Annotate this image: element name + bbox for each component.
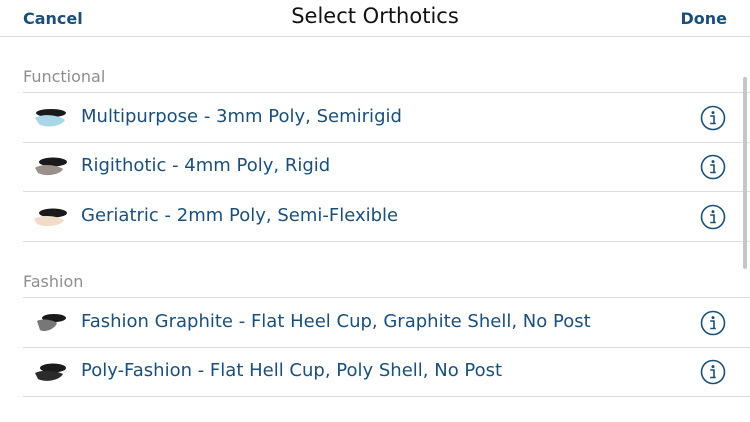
list-item-rigithotic[interactable]: Rigithotic - 4mm Poly, Rigid — [23, 142, 750, 192]
orthotics-list[interactable]: Functional Multipurpose - 3mm Poly, Semi… — [0, 37, 750, 422]
list-item-label: Geriatric - 2mm Poly, Semi-Flexible — [81, 205, 399, 226]
info-circle-icon[interactable] — [700, 359, 726, 385]
list-item-poly-fashion[interactable]: Poly-Fashion - Flat Hell Cup, Poly Shell… — [23, 347, 750, 397]
info-circle-icon[interactable] — [700, 105, 726, 131]
page-title: Select Orthotics — [291, 4, 459, 28]
orthotic-fashion-graphite-icon — [37, 314, 66, 332]
done-button[interactable]: Done — [680, 9, 727, 28]
list-item-geriatric[interactable]: Geriatric - 2mm Poly, Semi-Flexible — [23, 192, 750, 242]
orthotic-poly-fashion-icon — [35, 363, 66, 381]
list-item-multipurpose[interactable]: Multipurpose - 3mm Poly, Semirigid — [23, 92, 750, 143]
orthotic-geriatric-icon — [34, 208, 67, 227]
list-item-label: Multipurpose - 3mm Poly, Semirigid — [81, 106, 402, 127]
navigation-bar: Cancel Select Orthotics Done — [0, 0, 750, 37]
orthotic-rigithotic-icon — [35, 157, 67, 176]
info-circle-icon[interactable] — [700, 154, 726, 180]
list-item-fashion-graphite[interactable]: Fashion Graphite - Flat Heel Cup, Graphi… — [23, 297, 750, 348]
scrollbar[interactable] — [743, 77, 747, 269]
info-circle-icon[interactable] — [700, 204, 726, 230]
orthotic-multipurpose-icon — [35, 109, 66, 127]
section-header-fashion: Fashion — [23, 272, 84, 291]
info-circle-icon[interactable] — [700, 310, 726, 336]
list-item-label: Rigithotic - 4mm Poly, Rigid — [81, 155, 331, 176]
list-item-label: Fashion Graphite - Flat Heel Cup, Graphi… — [81, 311, 591, 332]
section-header-functional: Functional — [23, 67, 106, 86]
list-item-label: Poly-Fashion - Flat Hell Cup, Poly Shell… — [81, 360, 503, 381]
